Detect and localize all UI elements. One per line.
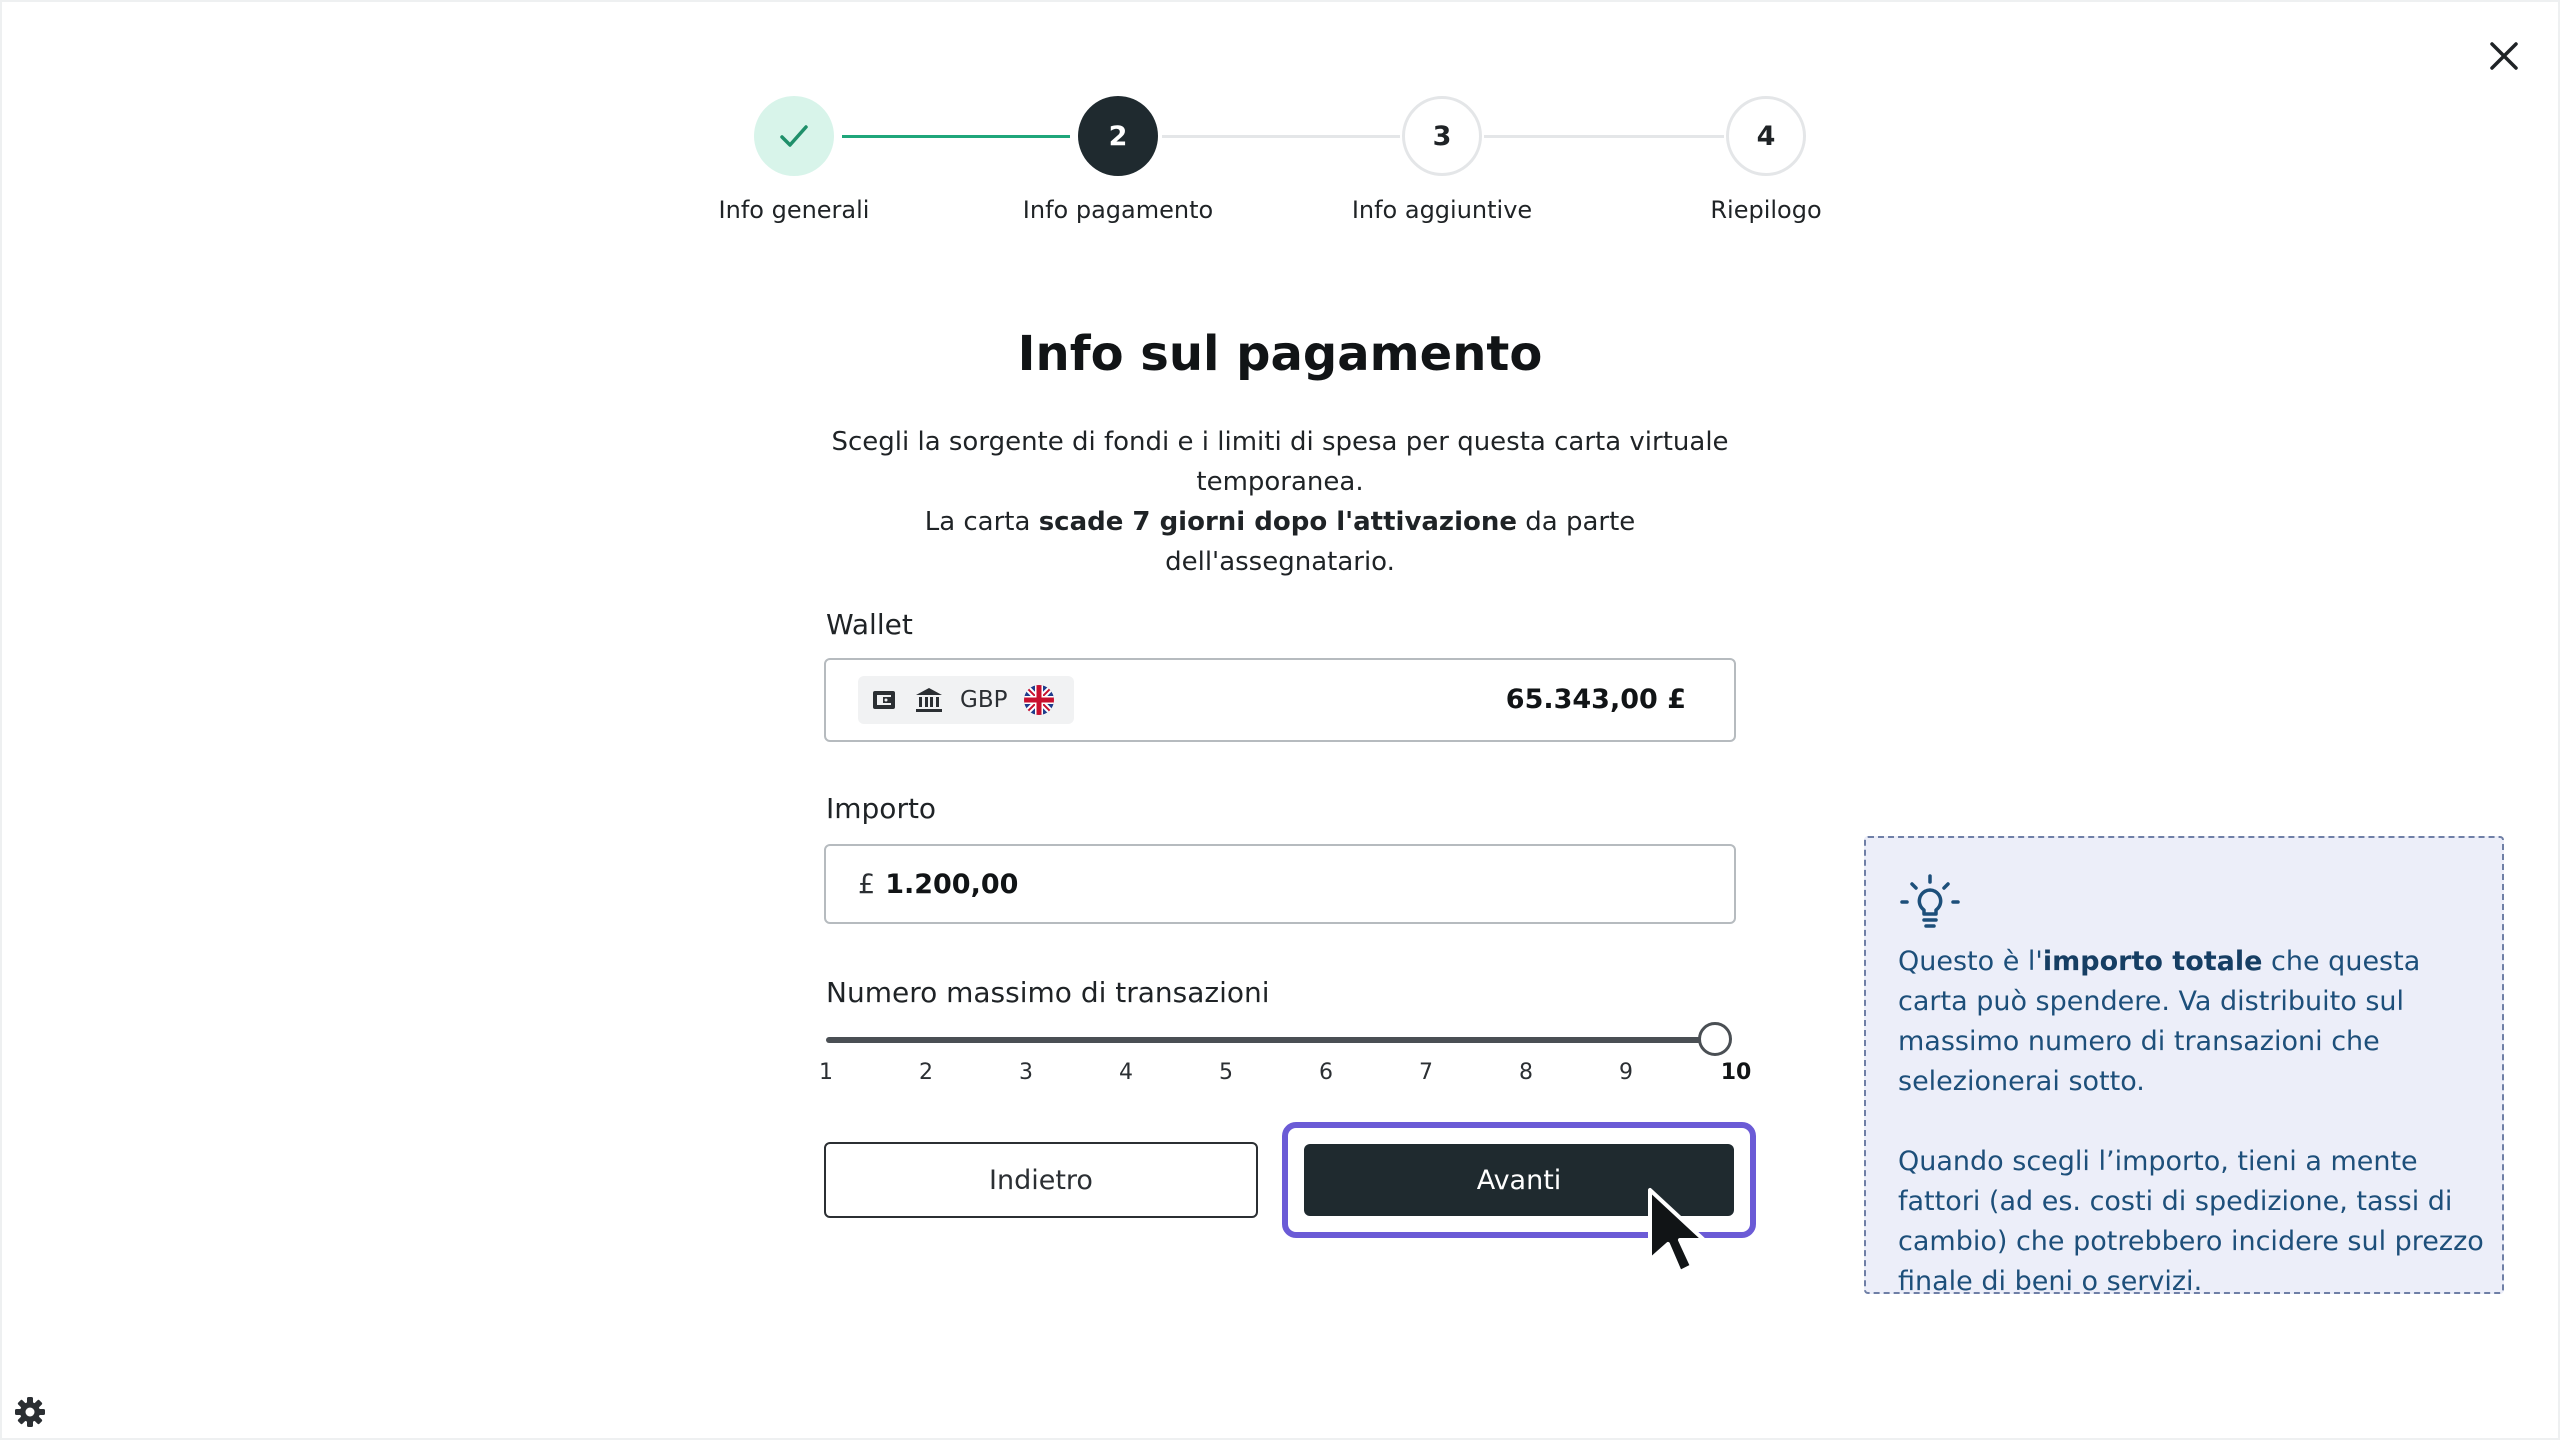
tip-emphasis: importo totale	[2042, 946, 2263, 977]
step-3-label: Info aggiuntive	[1351, 196, 1533, 224]
slider-tick-label: 7	[1419, 1060, 1433, 1085]
slider-thumb[interactable]	[1698, 1022, 1732, 1056]
lightbulb-icon	[1900, 874, 1960, 928]
tip-text: Questo è l'importo totale che questa car…	[1898, 942, 2488, 1302]
description-emphasis: scade 7 giorni dopo l'attivazione	[1038, 507, 1517, 537]
tip-paragraph-2: Quando scegli l’importo, tieni a mente f…	[1898, 1146, 2484, 1297]
slider-tick-label: 9	[1619, 1060, 1633, 1085]
description-text: La carta	[924, 507, 1039, 537]
wallet-chip: GBP	[858, 676, 1074, 724]
transactions-label: Numero massimo di transazioni	[826, 976, 1270, 1009]
uk-flag-icon	[1024, 685, 1055, 715]
transactions-slider[interactable]	[826, 1020, 1734, 1060]
step-1-circle	[754, 96, 834, 176]
step-2-circle: 2	[1078, 96, 1158, 176]
slider-tick-label: 10	[1720, 1060, 1752, 1085]
description-line-1: Scegli la sorgente di fondi e i limiti d…	[831, 427, 1729, 497]
wallet-label: Wallet	[826, 608, 913, 641]
step-2-label: Info pagamento	[1022, 196, 1214, 224]
step-4-circle: 4	[1726, 96, 1806, 176]
amount-currency-prefix: £	[858, 868, 876, 900]
slider-tick-label: 5	[1219, 1060, 1233, 1085]
slider-tick-label: 3	[1019, 1060, 1033, 1085]
tip-paragraph-1: Questo è l'importo totale che questa car…	[1898, 942, 2488, 1102]
bank-icon	[916, 688, 942, 712]
slider-track[interactable]	[826, 1037, 1716, 1043]
amount-input[interactable]: £ 1.200,00	[824, 844, 1736, 924]
slider-tick-label: 4	[1119, 1060, 1133, 1085]
step-connector-2	[1162, 135, 1400, 138]
check-icon	[780, 125, 808, 147]
step-connector-1	[842, 135, 1070, 138]
next-button[interactable]: Avanti	[1304, 1144, 1734, 1216]
page-description: Scegli la sorgente di fondi e i limiti d…	[820, 422, 1740, 582]
tip-panel: Questo è l'importo totale che questa car…	[1864, 836, 2504, 1297]
settings-button[interactable]	[12, 1394, 48, 1430]
wallet-icon	[873, 691, 895, 709]
back-button[interactable]: Indietro	[824, 1142, 1258, 1218]
gear-icon	[15, 1397, 45, 1427]
slider-tick-label: 1	[819, 1060, 833, 1085]
tip-text-part: Questo è l'	[1898, 946, 2043, 977]
amount-value: 1.200,00	[885, 868, 1019, 900]
page-title: Info sul pagamento	[1017, 326, 1543, 382]
description-line-2: La carta scade 7 giorni dopo l'attivazio…	[820, 502, 1740, 582]
step-3-circle: 3	[1402, 96, 1482, 176]
slider-tick-label: 2	[919, 1060, 933, 1085]
step-1-label: Info generali	[718, 196, 870, 224]
step-connector-3	[1484, 135, 1724, 138]
amount-label: Importo	[826, 792, 937, 825]
slider-tick-label: 6	[1319, 1060, 1333, 1085]
slider-tick-label: 8	[1519, 1060, 1533, 1085]
wallet-select[interactable]: GBP 65.343,00 £	[824, 658, 1736, 742]
progress-stepper: Info generali 2 Info pagamento 3 Info ag…	[0, 0, 2560, 240]
wallet-balance: 65.343,00 £	[1505, 684, 1686, 715]
wallet-currency: GBP	[960, 687, 1008, 713]
step-4-label: Riepilogo	[1710, 196, 1822, 224]
